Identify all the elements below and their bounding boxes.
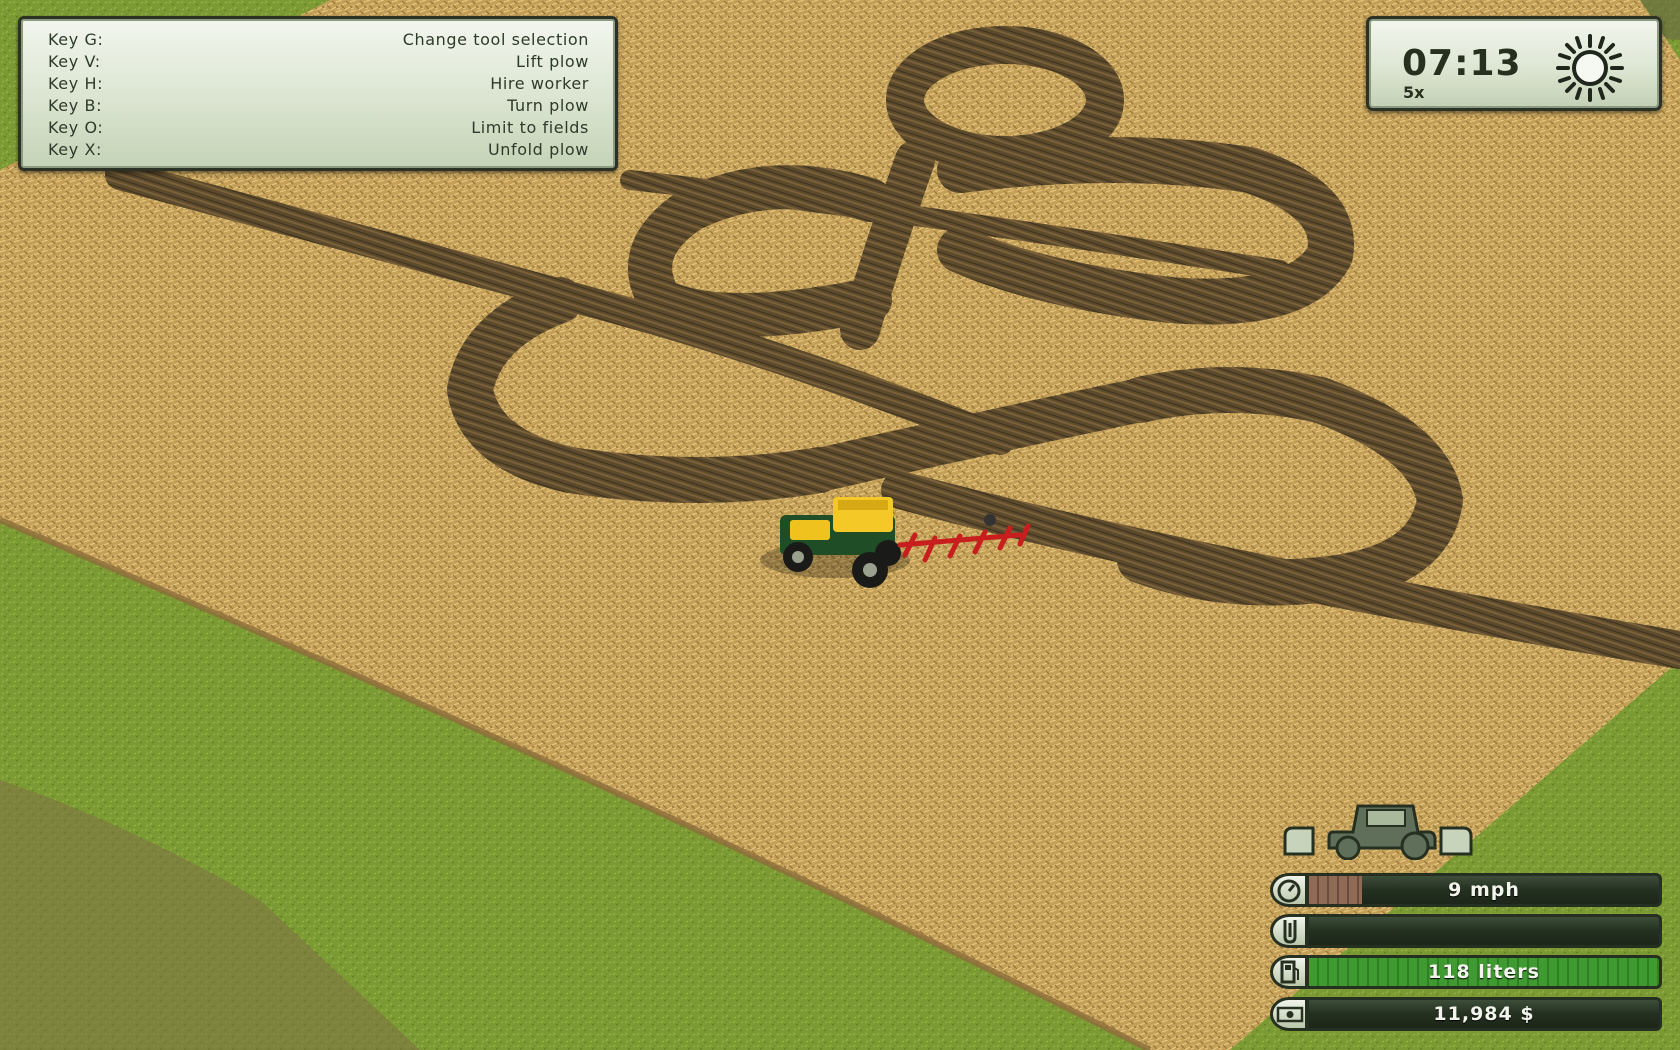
tool-level-icon: [1270, 914, 1308, 948]
speedometer-icon: [1270, 873, 1308, 907]
help-action: Unfold plow: [487, 140, 589, 159]
key-help-panel: Key G: Change tool selection Key V: Lift…: [18, 16, 618, 171]
help-row: Key O: Limit to fields: [48, 117, 589, 139]
speed-text: 9 mph: [1448, 879, 1520, 901]
help-row: Key G: Change tool selection: [48, 29, 589, 51]
help-key: Key H:: [48, 74, 104, 93]
fuel-gauge: 118 liters: [1270, 955, 1662, 989]
money-text: 11,984 $: [1433, 1003, 1535, 1025]
fuel-bar: 118 liters: [1306, 955, 1662, 989]
tractor-icon: [1283, 804, 1473, 860]
help-key: Key O:: [48, 118, 104, 137]
help-key: Key G:: [48, 30, 104, 49]
speed-gauge: 9 mph: [1270, 873, 1662, 907]
sun-icon: [1556, 34, 1624, 102]
cash-icon: [1270, 997, 1308, 1031]
fuel-pump-icon: [1270, 955, 1308, 989]
help-row: Key X: Unfold plow: [48, 139, 589, 161]
help-key: Key V:: [48, 52, 101, 71]
clock-time: 07:13: [1402, 43, 1522, 84]
help-key: Key X:: [48, 140, 103, 159]
help-action: Limit to fields: [471, 118, 589, 137]
help-row: Key H: Hire worker: [48, 73, 589, 95]
tool-gauge: [1270, 914, 1662, 948]
help-row: Key B: Turn plow: [48, 95, 589, 117]
money-bar: 11,984 $: [1306, 997, 1662, 1031]
time-speed: 5x: [1403, 83, 1425, 102]
help-action: Lift plow: [516, 52, 589, 71]
speed-bar: 9 mph: [1306, 873, 1662, 907]
help-action: Turn plow: [507, 96, 589, 115]
clock-panel: 07:13 5x: [1366, 16, 1662, 111]
money-gauge: 11,984 $: [1270, 997, 1662, 1031]
help-key: Key B:: [48, 96, 103, 115]
help-action: Hire worker: [490, 74, 589, 93]
tool-bar: [1306, 914, 1662, 948]
help-action: Change tool selection: [402, 30, 589, 49]
fuel-text: 118 liters: [1428, 961, 1540, 983]
help-row: Key V: Lift plow: [48, 51, 589, 73]
